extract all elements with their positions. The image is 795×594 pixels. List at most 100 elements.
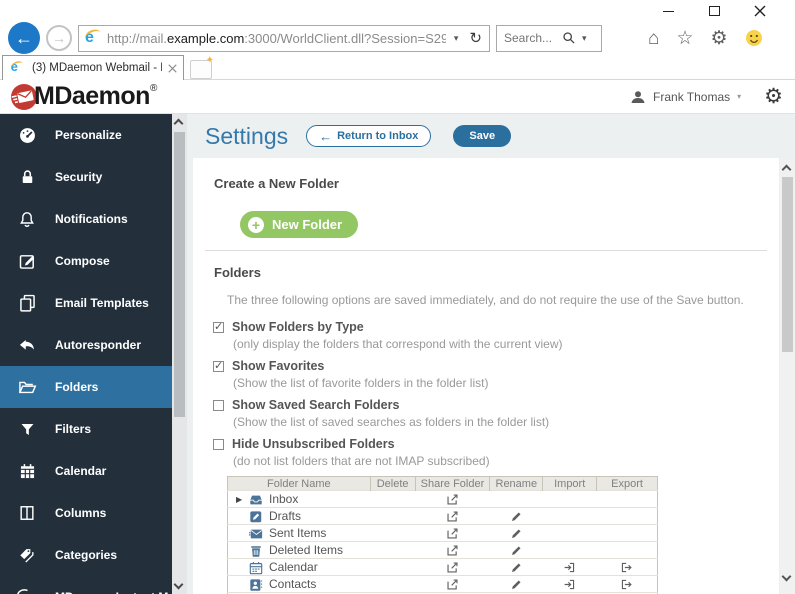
rename-icon[interactable]: [510, 510, 523, 523]
import-icon[interactable]: [563, 561, 576, 574]
deleted-items-icon: [251, 546, 261, 557]
address-bar[interactable]: e http://mail.example.com:3000/WorldClie…: [78, 24, 490, 52]
home-icon[interactable]: ⌂: [648, 29, 659, 48]
share-folder-icon[interactable]: [446, 527, 459, 540]
option-desc: (only display the folders that correspon…: [233, 337, 563, 351]
new-tab-button[interactable]: [190, 55, 214, 79]
return-to-inbox-button[interactable]: ← Return to Inbox: [306, 125, 432, 147]
checkbox-show-folders-by-type[interactable]: [213, 320, 224, 333]
sidebar-item-email-templates[interactable]: Email Templates: [0, 282, 172, 324]
dashboard-icon: [16, 124, 38, 146]
export-icon[interactable]: [620, 561, 633, 574]
rename-icon[interactable]: [510, 527, 523, 540]
search-box[interactable]: ▾: [496, 24, 602, 52]
sidebar-label: Categories: [55, 548, 118, 562]
share-folder-icon[interactable]: [446, 544, 459, 557]
rename-icon[interactable]: [510, 578, 523, 591]
search-dropdown-caret[interactable]: ▾: [579, 33, 590, 44]
share-folder-icon[interactable]: [446, 510, 459, 523]
sidebar-item-folders[interactable]: Folders: [0, 366, 172, 408]
webmail-body: Personalize Security Notifications Compo…: [0, 114, 795, 594]
scroll-up-icon[interactable]: [173, 118, 184, 129]
option-desc: (Show the list of saved searches as fold…: [233, 415, 550, 429]
save-button[interactable]: Save: [453, 125, 512, 147]
rename-icon[interactable]: [510, 544, 523, 557]
sidebar-item-columns[interactable]: Columns: [0, 492, 172, 534]
search-icon[interactable]: [562, 31, 576, 45]
sidebar-item-categories[interactable]: Categories: [0, 534, 172, 576]
option-label: Show Folders by Type: [232, 320, 364, 334]
plus-icon: +: [248, 216, 264, 233]
share-folder-icon[interactable]: [446, 578, 459, 591]
table-row: Sent Items: [227, 524, 658, 542]
checkbox-show-saved-search-folders[interactable]: [213, 400, 224, 411]
sidebar-label: Columns: [55, 506, 107, 520]
sidebar-item-instant-messenger[interactable]: MDaemon Instant Messenger: [0, 576, 221, 594]
sidebar-item-filters[interactable]: Filters: [0, 408, 172, 450]
new-folder-button[interactable]: + New Folder: [240, 211, 359, 238]
settings-gear-icon[interactable]: ⚙: [764, 84, 783, 109]
new-folder-label: New Folder: [272, 217, 343, 232]
smiley-icon[interactable]: [745, 29, 763, 47]
option-desc: (do not list folders that are not IMAP s…: [233, 454, 490, 468]
col-rename: Rename: [489, 476, 543, 491]
scrollbar-thumb[interactable]: [782, 177, 793, 352]
chat-icon: [16, 586, 38, 594]
folders-table: Folder Name Delete Share Folder Rename I…: [227, 476, 658, 594]
folder-options: Show Folders by Type (only display the f…: [193, 320, 779, 469]
search-input[interactable]: [504, 31, 559, 45]
option-label: Hide Unsubscribed Folders: [232, 437, 395, 451]
tab-close-icon[interactable]: [168, 63, 177, 73]
folder-name: Inbox: [269, 492, 299, 506]
sidebar-scrollbar[interactable]: [172, 114, 187, 594]
sidebar-item-notifications[interactable]: Notifications: [0, 198, 172, 240]
folder-name: Drafts: [269, 509, 302, 523]
create-folder-heading: Create a New Folder: [214, 176, 339, 191]
expand-arrow-icon[interactable]: ▶: [236, 495, 242, 504]
sidebar-item-calendar[interactable]: Calendar: [0, 450, 172, 492]
url-text[interactable]: http://mail.example.com:3000/WorldClient…: [107, 31, 446, 46]
tab-mdaemon-webmail[interactable]: e (3) MDaemon Webmail - Fr...: [2, 55, 184, 80]
scroll-down-icon[interactable]: [173, 579, 184, 590]
export-icon[interactable]: [620, 578, 633, 591]
checkbox-hide-unsubscribed-folders[interactable]: [213, 439, 224, 450]
sidebar-item-autoresponder[interactable]: Autoresponder: [0, 324, 172, 366]
toolbar-icons: ⌂ ☆ ⚙: [648, 29, 763, 48]
scroll-down-icon[interactable]: [781, 571, 792, 582]
favorites-star-icon[interactable]: ☆: [676, 29, 693, 48]
col-share-folder: Share Folder: [414, 476, 490, 491]
window-titlebar: [0, 0, 795, 22]
sidebar-item-personalize[interactable]: Personalize: [0, 114, 172, 156]
user-menu[interactable]: Frank Thomas ▾ ⚙: [630, 84, 783, 109]
sidebar-item-compose[interactable]: Compose: [0, 240, 172, 282]
checkbox-show-favorites[interactable]: [213, 359, 224, 372]
refresh-icon[interactable]: ↻: [466, 29, 485, 47]
sidebar-item-security[interactable]: Security: [0, 156, 172, 198]
maximize-button[interactable]: [691, 1, 737, 21]
settings-content: Settings ← Return to Inbox Save Create a…: [187, 114, 795, 594]
option-hide-unsubscribed-folders: Hide Unsubscribed Folders (do not list f…: [193, 437, 779, 469]
tools-gear-icon[interactable]: ⚙: [711, 29, 728, 48]
scrollbar-thumb[interactable]: [174, 132, 185, 417]
webmail-header: MDaemon ® Frank Thomas ▾ ⚙: [0, 80, 795, 114]
import-icon[interactable]: [563, 578, 576, 591]
funnel-icon: [16, 418, 38, 440]
table-row: Contacts: [227, 575, 658, 593]
return-to-inbox-label: Return to Inbox: [337, 130, 419, 142]
address-dropdown-caret[interactable]: ▾: [451, 33, 462, 44]
sidebar-label: Notifications: [55, 212, 128, 226]
close-button[interactable]: [737, 1, 783, 21]
sidebar-label: Autoresponder: [55, 338, 142, 352]
share-folder-icon[interactable]: [446, 561, 459, 574]
scroll-up-icon[interactable]: [781, 164, 792, 175]
rename-icon[interactable]: [510, 561, 523, 574]
table-row: ▶ Inbox: [227, 490, 658, 508]
table-row: Deleted Items: [227, 541, 658, 559]
username: Frank Thomas: [653, 89, 731, 104]
option-show-favorites: Show Favorites (Show the list of favorit…: [193, 359, 779, 391]
minimize-button[interactable]: [645, 1, 691, 21]
content-scrollbar[interactable]: [780, 160, 795, 594]
back-button[interactable]: ←: [8, 22, 40, 54]
share-folder-icon[interactable]: [446, 493, 459, 506]
forward-button[interactable]: →: [46, 25, 72, 51]
